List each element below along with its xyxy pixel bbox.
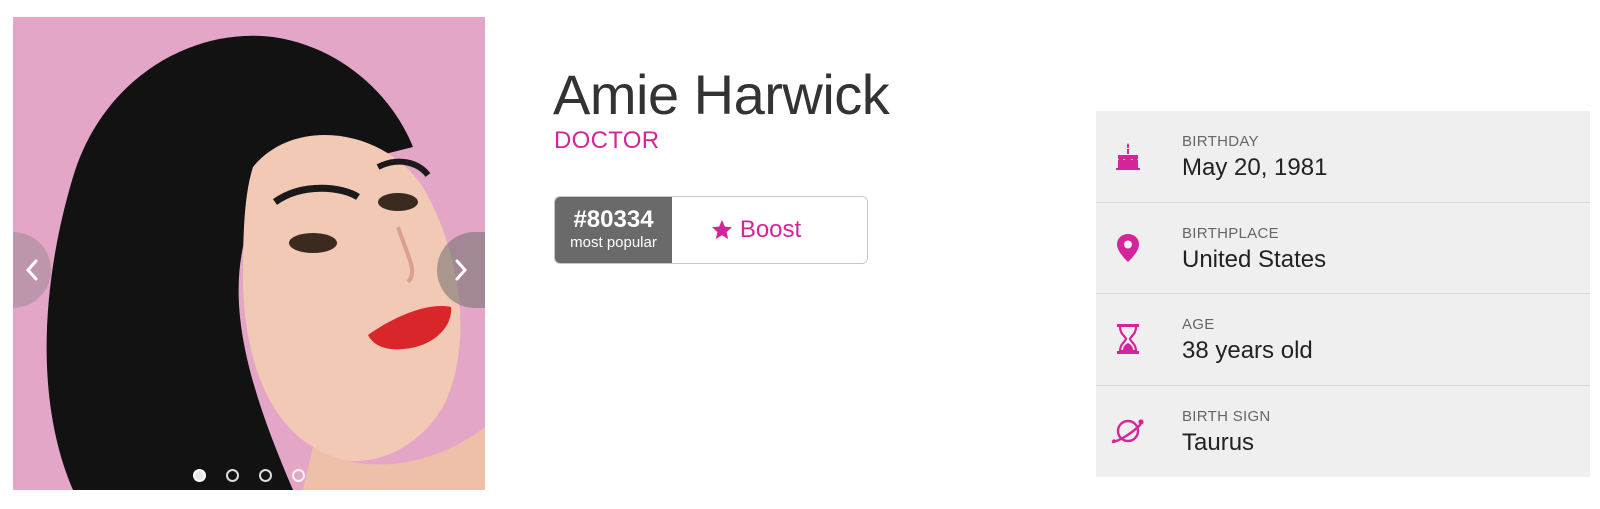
carousel-dot[interactable] <box>292 469 305 482</box>
location-pin-icon <box>1110 230 1146 266</box>
info-row-birthday: BIRTHDAY May 20, 1981 <box>1096 111 1590 203</box>
boost-label: Boost <box>739 216 802 243</box>
profile-name: Amie Harwick <box>553 63 890 126</box>
carousel-dot[interactable] <box>259 469 272 482</box>
info-value[interactable]: Taurus <box>1182 429 1271 458</box>
rank-label: most popular <box>570 234 657 252</box>
rank-number: #80334 <box>573 206 654 234</box>
profile-profession[interactable]: DOCTOR <box>554 127 659 155</box>
info-value[interactable]: United States <box>1182 246 1326 275</box>
info-panel: BIRTHDAY May 20, 1981 BIRTHPLACE United … <box>1096 111 1590 477</box>
info-label: AGE <box>1182 316 1215 333</box>
info-row-age: AGE 38 years old <box>1096 294 1590 386</box>
carousel-dot[interactable] <box>193 469 206 482</box>
profile-photo <box>13 17 485 490</box>
chevron-right-icon <box>455 259 468 281</box>
star-icon <box>711 220 732 239</box>
rank-boost-widget: #80334 most popular Boost <box>554 196 868 264</box>
carousel-dots <box>13 469 485 482</box>
info-label: BIRTH SIGN <box>1182 407 1271 425</box>
chevron-left-icon <box>25 259 38 281</box>
info-label: BIRTHPLACE <box>1182 224 1279 242</box>
popularity-rank[interactable]: #80334 most popular <box>555 197 672 263</box>
info-label: BIRTHDAY <box>1182 133 1259 150</box>
info-row-birth-sign: BIRTH SIGN Taurus <box>1096 386 1590 478</box>
hourglass-icon <box>1110 321 1146 357</box>
planet-icon <box>1110 413 1146 449</box>
boost-button[interactable]: Boost <box>672 197 867 263</box>
info-row-birthplace: BIRTHPLACE United States <box>1096 203 1590 294</box>
cake-icon <box>1110 138 1146 174</box>
info-value: 38 years old <box>1182 337 1313 364</box>
carousel-dot[interactable] <box>226 469 239 482</box>
info-value[interactable]: May 20, 1981 <box>1182 154 1327 183</box>
photo-carousel <box>13 17 485 490</box>
